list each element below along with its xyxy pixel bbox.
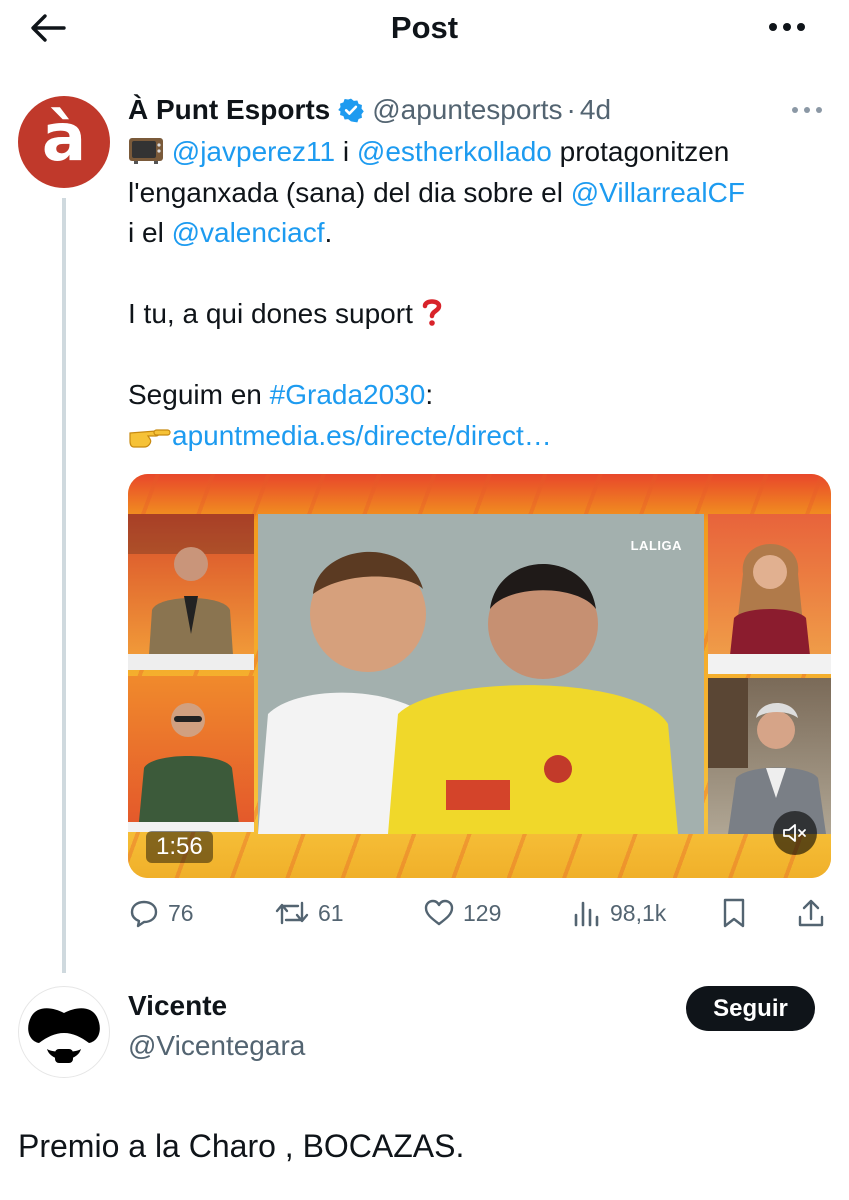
video-panel-guest <box>708 678 831 834</box>
repost-count: 61 <box>318 899 344 926</box>
follow-button[interactable]: Seguir <box>686 986 815 1031</box>
views-button[interactable]: 98,1k <box>572 892 666 934</box>
mention-link[interactable]: @estherkollado <box>357 136 552 167</box>
more-horizontal-icon <box>769 23 805 31</box>
author-handle[interactable]: @apuntesports <box>372 94 562 126</box>
view-count: 98,1k <box>610 899 667 926</box>
text-fragment: . <box>324 217 333 248</box>
author-name[interactable]: À Punt Esports <box>128 94 330 126</box>
reply-author-handle[interactable]: @Vicentegara <box>128 1030 305 1062</box>
bookmark-icon <box>723 898 745 928</box>
heart-icon <box>424 899 454 926</box>
reply-button[interactable]: 76 <box>128 892 194 934</box>
reply-author-avatar[interactable] <box>18 986 110 1078</box>
text-fragment: i el <box>128 217 172 248</box>
more-options-button[interactable] <box>765 12 809 42</box>
reply-icon <box>130 900 158 928</box>
thread-connector-line <box>62 198 66 973</box>
reply-author-name[interactable]: Vicente <box>128 990 227 1022</box>
like-count: 129 <box>463 899 502 926</box>
mustache-avatar-icon <box>28 1008 100 1063</box>
url-link[interactable]: apuntmedia.es/directe/direct… <box>172 420 552 451</box>
mute-button[interactable] <box>773 811 817 855</box>
tweet-author-row: À Punt Esports @apuntesports · 4d <box>128 90 611 130</box>
post-time[interactable]: 4d <box>580 94 611 126</box>
tweet-actions: 76 61 129 98,1k <box>128 892 831 934</box>
mention-link[interactable]: @VillarrealCF <box>571 177 745 208</box>
video-player[interactable]: LALIGA 1:56 <box>128 474 831 878</box>
verified-badge-icon <box>338 97 365 123</box>
share-button[interactable] <box>796 892 826 934</box>
text-fragment: i <box>335 136 357 167</box>
avatar-letter: à <box>41 99 87 176</box>
video-duration: 1:56 <box>146 831 213 863</box>
pointing-hand-icon <box>128 420 172 461</box>
text-fragment: : <box>425 379 434 410</box>
tweet-body: @javperez11 i @estherkollado protagonitz… <box>128 132 828 456</box>
tweet-more-button[interactable] <box>787 96 827 124</box>
text-fragment: l'enganxada (sana) del dia sobre el <box>128 176 571 208</box>
mention-link[interactable]: @valenciacf <box>172 217 325 248</box>
video-panel-presenter-2 <box>708 514 831 674</box>
like-button[interactable]: 129 <box>423 892 501 934</box>
bookmark-button[interactable] <box>720 892 748 934</box>
share-icon <box>798 899 824 927</box>
page-title: Post <box>390 10 459 45</box>
reply-count: 76 <box>168 899 194 926</box>
video-panel-commentator <box>128 676 254 832</box>
tv-icon <box>128 135 164 177</box>
broadcaster-label: LALIGA <box>630 538 682 553</box>
more-horizontal-icon <box>792 107 822 113</box>
text-fragment: Seguim en <box>128 379 270 410</box>
mention-link[interactable]: @javperez11 <box>172 136 335 167</box>
repost-icon <box>275 901 309 925</box>
hashtag-link[interactable]: #Grada2030 <box>270 379 426 410</box>
volume-muted-icon <box>783 824 806 842</box>
video-panel-presenter <box>128 514 254 670</box>
repost-button[interactable]: 61 <box>274 892 344 934</box>
text-fragment: protagonitzen <box>551 136 730 167</box>
top-bar: Post <box>0 0 849 56</box>
video-panel-match: LALIGA <box>258 514 704 834</box>
separator-dot: · <box>566 94 576 125</box>
analytics-icon <box>574 901 599 927</box>
reply-text: Premio a la Charo , BOCAZAS. <box>18 1128 465 1164</box>
author-avatar[interactable]: à <box>18 96 110 188</box>
red-question-mark-icon <box>421 297 443 339</box>
text-fragment: I tu, a qui dones suport <box>128 298 421 329</box>
